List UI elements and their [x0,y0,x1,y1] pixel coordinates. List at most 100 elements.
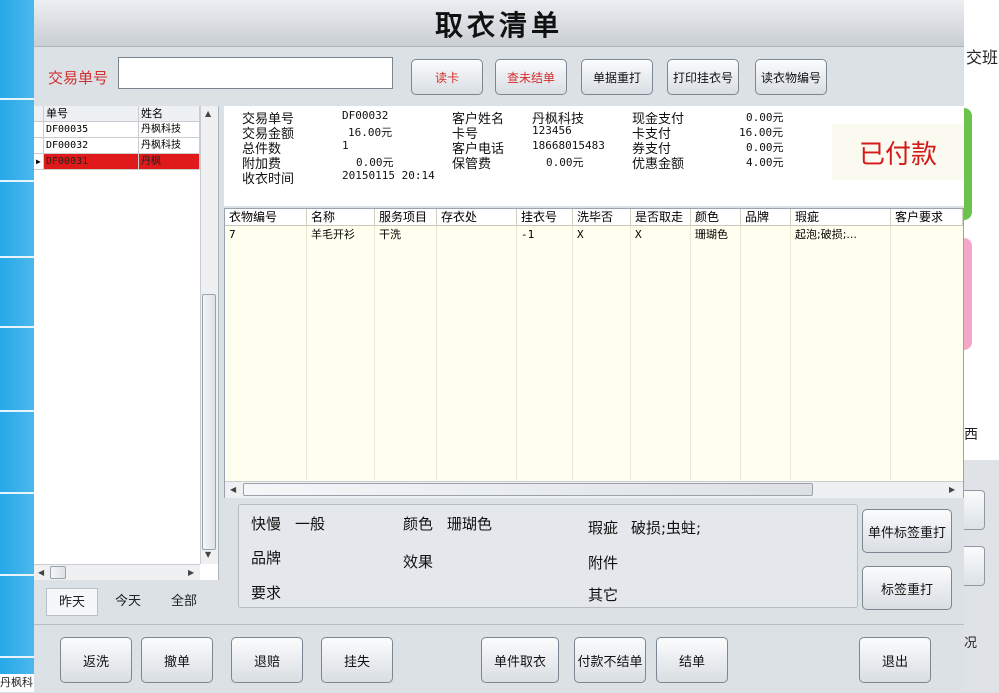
table-cell[interactable]: 珊瑚色 [691,227,741,243]
order-list-horizontal-scrollbar[interactable]: ◀ ▶ [34,564,200,581]
background-text-shift: 交班 [966,48,999,67]
scroll-left-icon[interactable]: ◀ [230,485,236,494]
accessory-label: 附件 [588,554,619,572]
col-hanger-no[interactable]: 挂衣号 [517,209,573,226]
table-cell[interactable]: -1 [517,227,573,243]
payment-status-box: 已付款 [832,124,964,180]
settle-order-button[interactable]: 结单 [656,637,728,683]
refund-compensate-button[interactable]: 退赔 [231,637,303,683]
pickup-list-dialog: 取衣清单 交易单号 读卡 查未结单 单据重打 打印挂衣号 读衣物编号 单号 姓名… [34,0,964,693]
color-label: 颜色 [403,515,434,533]
receive-time-value: 20150115 20:14 [342,169,435,182]
background-pink-tile [964,238,972,350]
card-pay-value: 16.00元 [739,126,784,139]
speed-value: 一般 [295,515,326,533]
table-cell[interactable]: 羊毛开衫 [307,227,375,243]
reprint-receipt-button[interactable]: 单据重打 [581,59,653,95]
color-value: 珊瑚色 [447,515,493,533]
order-no-cell: DF00032 [44,138,139,153]
tab-today[interactable]: 今天 [102,588,154,616]
reprint-single-label-button[interactable]: 单件标签重打 [862,509,952,553]
table-cell[interactable]: 7 [225,227,307,243]
col-name[interactable]: 名称 [307,209,375,226]
order-list-grid: 单号 姓名 DF00035 丹枫科技 DF00032 丹枫科技 ▶ DF0003… [34,106,200,170]
trade-no-input[interactable] [118,57,393,89]
header-order-no[interactable]: 单号 [44,106,139,121]
payment-status: 已付款 [858,140,937,170]
order-row[interactable]: DF00035 丹枫科技 [34,122,200,138]
print-hanger-no-button[interactable]: 打印挂衣号 [667,59,739,95]
trade-no-info-value: DF00032 [342,109,389,122]
order-row-selected[interactable]: ▶ DF00031 丹枫 [34,154,200,170]
order-list-panel: 单号 姓名 DF00035 丹枫科技 DF00032 丹枫科技 ▶ DF0003… [34,106,219,581]
background-button [964,546,985,586]
table-cell[interactable]: 起泡;破损;... [791,227,891,243]
col-storage[interactable]: 存衣处 [437,209,517,226]
table-cell[interactable] [437,227,517,243]
tab-all[interactable]: 全部 [158,588,210,616]
scroll-thumb[interactable] [202,294,216,550]
col-picked-up[interactable]: 是否取走 [631,209,691,226]
unsettled-orders-button[interactable]: 查未结单 [495,59,567,95]
table-cell[interactable] [741,227,791,243]
table-cell[interactable]: 干洗 [375,227,437,243]
single-pickup-button[interactable]: 单件取衣 [481,637,559,683]
background-button [964,490,985,530]
other-label: 其它 [588,586,619,604]
order-row[interactable]: DF00032 丹枫科技 [34,138,200,154]
background-text-status: 况 [964,636,978,651]
order-no-cell: DF00031 [44,154,139,169]
storage-fee-label: 保管费 [452,157,492,172]
col-defect[interactable]: 瑕疵 [791,209,891,226]
col-item-no[interactable]: 衣物编号 [225,209,307,226]
effect-label: 效果 [403,553,434,571]
scroll-thumb[interactable] [50,566,66,579]
header-name[interactable]: 姓名 [139,106,200,121]
col-color[interactable]: 颜色 [691,209,741,226]
pay-without-settle-button[interactable]: 付款不结单 [574,637,646,683]
order-name-cell: 丹枫 [139,154,200,169]
col-washed[interactable]: 洗毕否 [573,209,631,226]
defect-label: 瑕疵 [588,519,619,537]
order-name-cell: 丹枫科技 [139,138,200,153]
cancel-order-button[interactable]: 撤单 [141,637,213,683]
report-loss-button[interactable]: 挂失 [321,637,393,683]
read-card-button[interactable]: 读卡 [411,59,483,95]
exit-button[interactable]: 退出 [859,637,931,683]
defect-value: 破损;虫蛀; [631,519,702,537]
extra-fee-value: 0.00元 [356,156,394,169]
trade-no-label: 交易单号 [48,69,109,87]
item-details-panel: 快慢 一般 颜色 珊瑚色 瑕疵 破损;虫蛀; 品牌 效果 附件 要求 其它 [238,504,858,608]
tab-yesterday[interactable]: 昨天 [46,588,98,616]
storage-fee-value: 0.00元 [546,156,584,169]
scroll-down-icon[interactable]: ▼ [205,550,211,559]
discount-label: 优惠金额 [632,157,685,172]
reprint-label-button[interactable]: 标签重打 [862,566,952,610]
items-table: 衣物编号 名称 服务项目 存衣处 挂衣号 洗毕否 是否取走 颜色 品牌 瑕疵 客… [224,208,964,498]
order-list-vertical-scrollbar[interactable]: ▲ ▼ [200,106,218,564]
col-service[interactable]: 服务项目 [375,209,437,226]
background-right-panel: 交班 西 况 [964,0,999,692]
scroll-right-icon[interactable]: ▶ [949,485,955,494]
read-item-no-button[interactable]: 读衣物编号 [755,59,827,95]
table-cell[interactable] [891,227,963,243]
phone-value: 18668015483 [532,139,605,152]
background-left-panel [0,0,34,692]
col-brand[interactable]: 品牌 [741,209,791,226]
scroll-up-icon[interactable]: ▲ [205,109,211,118]
table-cell[interactable]: X [573,227,631,243]
rewash-button[interactable]: 返洗 [60,637,132,683]
scroll-right-icon[interactable]: ▶ [188,568,194,577]
requirement-label: 要求 [251,584,282,602]
background-text-west: 西 [964,427,978,443]
card-no-value: 123456 [532,124,572,137]
table-cell[interactable]: X [631,227,691,243]
items-table-horizontal-scrollbar[interactable]: ◀ ▶ [225,481,963,498]
scroll-left-icon[interactable]: ◀ [38,568,44,577]
background-status-text: 丹枫科 [0,674,34,692]
col-requirement[interactable]: 客户要求 [891,209,963,226]
scroll-thumb[interactable] [243,483,813,496]
search-toolbar: 交易单号 读卡 查未结单 单据重打 打印挂衣号 读衣物编号 [34,47,964,105]
coupon-value: 0.00元 [746,141,784,154]
order-name-cell: 丹枫科技 [139,122,200,137]
